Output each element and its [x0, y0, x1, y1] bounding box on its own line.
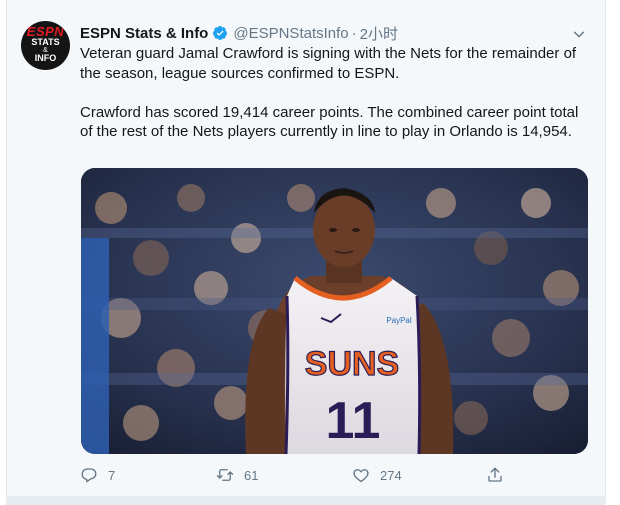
jersey-sponsor: PayPal	[386, 316, 412, 325]
reply-icon	[81, 468, 97, 483]
like-count: 274	[380, 467, 402, 483]
jersey-text: SUNS	[305, 345, 399, 383]
share-button[interactable]	[486, 462, 514, 488]
display-name[interactable]: ESPN Stats & Info	[80, 25, 208, 42]
timeline-divider	[6, 496, 606, 505]
tweet-photo[interactable]: SUNS 11 PayPal	[81, 168, 588, 454]
heart-icon	[353, 469, 369, 483]
retweet-icon	[216, 469, 234, 481]
user-handle[interactable]: @ESPNStatsInfo	[233, 25, 348, 42]
avatar-logo-line1: STATS	[31, 37, 60, 47]
reply-count: 7	[108, 467, 116, 483]
tweet-timestamp[interactable]: 2小时	[360, 23, 398, 44]
chevron-down-icon[interactable]	[571, 26, 587, 42]
verified-badge-icon	[212, 25, 228, 41]
tweet-actions: 7 61 274	[80, 462, 510, 488]
tweet-header: ESPN Stats & Info @ESPNStatsInfo · 2小时	[80, 23, 398, 43]
like-button[interactable]: 274	[352, 462, 402, 488]
jersey-number: 11	[326, 392, 381, 450]
tweet-paragraph-2: Crawford has scored 19,414 career points…	[80, 103, 579, 141]
header-separator: ·	[351, 24, 357, 42]
avatar[interactable]: ESPN STATS & INFO	[21, 21, 70, 70]
retweet-count: 61	[244, 467, 259, 483]
tweet-paragraph-1: Veteran guard Jamal Crawford is signing …	[80, 45, 577, 82]
tweet-text: Veteran guard Jamal Crawford is signing …	[80, 44, 590, 142]
basketball-player-photo: SUNS 11 PayPal	[81, 168, 588, 454]
avatar-logo-line2: INFO	[34, 53, 57, 63]
retweet-button[interactable]: 61	[216, 462, 258, 488]
share-icon	[488, 467, 502, 482]
reply-button[interactable]: 7	[80, 462, 115, 488]
